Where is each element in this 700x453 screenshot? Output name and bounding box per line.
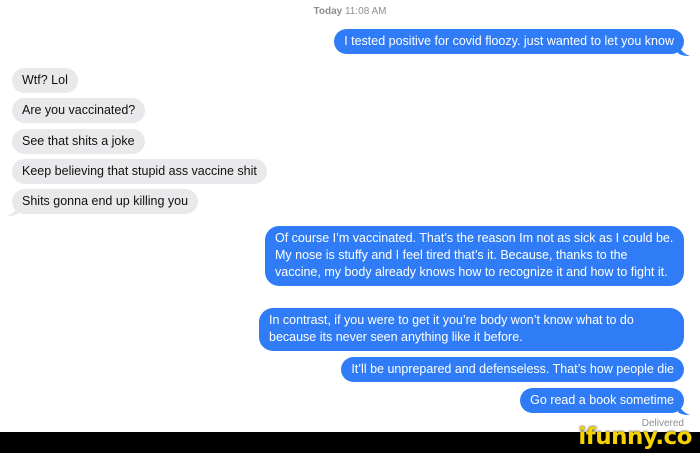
bubble-tail-icon [678,44,690,56]
message-bubble-outgoing[interactable]: Go read a book sometime [520,388,684,413]
conversation-timestamp: Today 11:08 AM [0,6,700,17]
message-text: Are you vaccinated? [22,103,136,117]
ifunny-logo: ifunny.co [578,424,692,450]
timestamp-time: 11:08 AM [344,6,387,17]
message-bubble-outgoing[interactable]: I tested positive for covid floozy. just… [334,29,684,54]
message-text: Wtf? Lol [22,73,68,87]
bubble-tail-icon [7,204,19,216]
message-bubble-outgoing[interactable]: Of course I’m vaccinated. That’s the rea… [265,226,684,286]
message-text: It’ll be unprepared and defenseless. Tha… [351,362,674,376]
message-bubble-incoming[interactable]: See that shits a joke [12,129,145,154]
message-text: See that shits a joke [22,134,135,148]
message-bubble-incoming[interactable]: Are you vaccinated? [12,98,146,123]
timestamp-day: Today [313,6,343,17]
message-bubble-incoming[interactable]: Shits gonna end up killing you [12,189,199,214]
bubble-tail-icon [678,403,690,415]
message-text: Go read a book sometime [530,393,674,407]
message-text: Keep believing that stupid ass vaccine s… [22,164,257,178]
message-bubble-outgoing[interactable]: In contrast, if you were to get it you’r… [259,308,684,351]
watermark-bar: ifunny.co [0,424,700,453]
message-bubble-incoming[interactable]: Keep believing that stupid ass vaccine s… [12,159,267,184]
message-text: Shits gonna end up killing you [22,194,189,208]
message-bubble-outgoing[interactable]: It’ll be unprepared and defenseless. Tha… [341,357,684,382]
message-text: I tested positive for covid floozy. just… [344,34,674,48]
message-bubble-incoming[interactable]: Wtf? Lol [12,68,78,93]
message-text: Of course I’m vaccinated. That’s the rea… [275,231,674,279]
message-text: In contrast, if you were to get it you’r… [269,313,634,344]
